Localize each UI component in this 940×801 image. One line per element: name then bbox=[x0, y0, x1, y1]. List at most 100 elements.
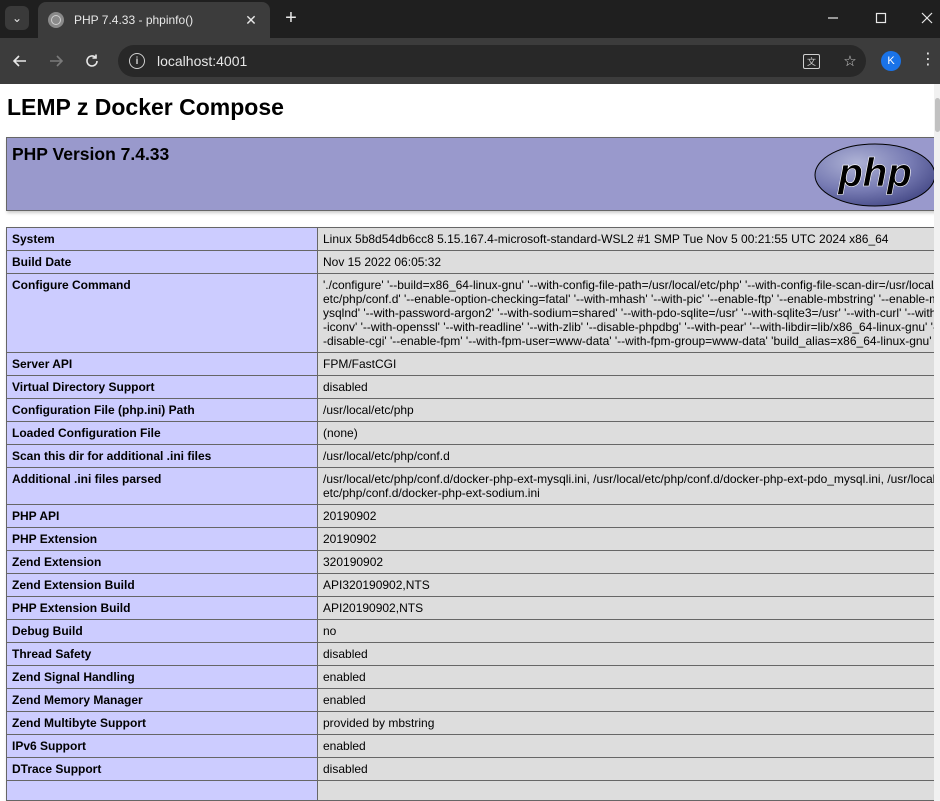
table-row: Build Date Nov 15 2022 06:05:32 bbox=[6, 250, 934, 274]
row-key: Thread Safety bbox=[6, 642, 318, 666]
row-value: enabled bbox=[317, 665, 934, 689]
row-key: Zend Memory Manager bbox=[6, 688, 318, 712]
php-version-heading: PHP Version 7.4.33 bbox=[12, 144, 170, 164]
row-value: 20190902 bbox=[317, 527, 934, 551]
row-value: /usr/local/etc/php/conf.d bbox=[317, 444, 934, 468]
site-info-icon[interactable]: i bbox=[129, 53, 145, 69]
tab-search-button[interactable]: ⌄ bbox=[5, 6, 29, 30]
table-row: Loaded Configuration File (none) bbox=[6, 421, 934, 445]
profile-avatar[interactable]: K bbox=[881, 51, 901, 71]
bookmark-star-icon[interactable]: ☆ bbox=[834, 52, 866, 70]
minimize-button[interactable] bbox=[810, 0, 856, 36]
row-key: Server API bbox=[6, 352, 318, 376]
row-key: DTrace Support bbox=[6, 757, 318, 781]
row-key bbox=[6, 780, 318, 801]
maximize-button[interactable] bbox=[858, 0, 904, 36]
row-value: Linux 5b8d54db6cc8 5.15.167.4-microsoft-… bbox=[317, 227, 934, 251]
table-row: Additional .ini files parsed/usr/local/e… bbox=[6, 467, 934, 505]
row-key: Debug Build bbox=[6, 619, 318, 643]
row-key: System bbox=[6, 227, 318, 251]
php-version-header: PHP Version 7.4.33 php bbox=[6, 137, 934, 211]
php-logo-text: php bbox=[837, 151, 911, 195]
new-tab-button[interactable]: + bbox=[280, 7, 302, 29]
url-text[interactable]: localhost:4001 bbox=[157, 53, 803, 69]
browser-toolbar: i localhost:4001 文 ☆ K ⋮ bbox=[0, 38, 940, 84]
page-viewport: LEMP z Docker Compose PHP Version 7.4.33… bbox=[0, 84, 934, 801]
table-row: IPv6 Support enabled bbox=[6, 734, 934, 758]
close-tab-icon[interactable]: ✕ bbox=[242, 12, 260, 29]
row-key: IPv6 Support bbox=[6, 734, 318, 758]
back-arrow-icon bbox=[12, 55, 26, 67]
row-value: Nov 15 2022 06:05:32 bbox=[317, 250, 934, 274]
row-key: Zend Extension bbox=[6, 550, 318, 574]
table-row: Zend Extension 320190902 bbox=[6, 550, 934, 574]
row-value: no bbox=[317, 619, 934, 643]
row-value: 320190902 bbox=[317, 550, 934, 574]
row-value: /usr/local/etc/php/conf.d/docker-php-ext… bbox=[317, 467, 934, 505]
table-row: Zend Multibyte Support provided by mbstri… bbox=[6, 711, 934, 735]
row-value: API320190902,NTS bbox=[317, 573, 934, 597]
maximize-icon bbox=[875, 12, 887, 24]
close-window-button[interactable] bbox=[904, 0, 940, 36]
back-button[interactable] bbox=[8, 49, 32, 73]
reload-button[interactable] bbox=[80, 49, 104, 73]
more-menu-icon[interactable]: ⋮ bbox=[920, 49, 936, 69]
row-key: Scan this dir for additional .ini files bbox=[6, 444, 318, 468]
row-key: PHP API bbox=[6, 504, 318, 528]
translate-icon[interactable]: 文 bbox=[803, 53, 820, 69]
row-value bbox=[317, 780, 934, 801]
row-key: Zend Signal Handling bbox=[6, 665, 318, 689]
row-key: Configure Command bbox=[6, 273, 318, 353]
table-row: Thread Safety disabled bbox=[6, 642, 934, 666]
close-window-icon bbox=[921, 12, 933, 24]
tab-strip: ⌄ PHP 7.4.33 - phpinfo() ✕ + bbox=[0, 0, 940, 38]
table-row: Zend Extension Build API320190902,NTS bbox=[6, 573, 934, 597]
table-row: PHP API 20190902 bbox=[6, 504, 934, 528]
row-value: './configure' '--build=x86_64-linux-gnu'… bbox=[317, 273, 934, 353]
table-row: DTrace Support disabled bbox=[6, 757, 934, 781]
row-key: Zend Multibyte Support bbox=[6, 711, 318, 735]
php-logo[interactable]: php bbox=[813, 142, 934, 208]
table-row: PHP Extension Build API20190902,NTS bbox=[6, 596, 934, 620]
minimize-icon bbox=[828, 17, 838, 19]
table-row: Server API FPM/FastCGI bbox=[6, 352, 934, 376]
table-row: PHP Extension 20190902 bbox=[6, 527, 934, 551]
row-key: Zend Extension Build bbox=[6, 573, 318, 597]
table-row: Zend Signal Handling enabled bbox=[6, 665, 934, 689]
globe-icon bbox=[48, 12, 64, 28]
row-value: enabled bbox=[317, 734, 934, 758]
row-key: Loaded Configuration File bbox=[6, 421, 318, 445]
table-row: Debug Build no bbox=[6, 619, 934, 643]
row-value: 20190902 bbox=[317, 504, 934, 528]
table-row: Virtual Directory Support disabled bbox=[6, 375, 934, 399]
table-row: Configure Command './configure' '--build=… bbox=[6, 273, 934, 353]
table-row: Configuration File (php.ini) Path/usr/lo… bbox=[6, 398, 934, 422]
row-value: (none) bbox=[317, 421, 934, 445]
row-value: disabled bbox=[317, 375, 934, 399]
row-value: /usr/local/etc/php bbox=[317, 398, 934, 422]
row-key: Additional .ini files parsed bbox=[6, 467, 318, 505]
reload-icon bbox=[86, 54, 98, 67]
table-row bbox=[6, 780, 934, 801]
table-row: Scan this dir for additional .ini files /… bbox=[6, 444, 934, 468]
php-info-table: System Linux 5b8d54db6cc8 5.15.167.4-micr… bbox=[6, 227, 934, 801]
chevron-down-icon: ⌄ bbox=[11, 11, 23, 25]
row-key: Build Date bbox=[6, 250, 318, 274]
row-value: disabled bbox=[317, 642, 934, 666]
scrollbar-thumb[interactable] bbox=[935, 98, 940, 132]
address-bar[interactable]: i localhost:4001 文 ☆ bbox=[118, 45, 866, 77]
row-value: API20190902,NTS bbox=[317, 596, 934, 620]
tab-title: PHP 7.4.33 - phpinfo() bbox=[74, 13, 194, 27]
row-key: Virtual Directory Support bbox=[6, 375, 318, 399]
page-title: LEMP z Docker Compose bbox=[7, 94, 284, 120]
browser-tab[interactable]: PHP 7.4.33 - phpinfo() ✕ bbox=[38, 2, 270, 38]
page-scrollbar[interactable] bbox=[934, 84, 940, 801]
table-row: Zend Memory Manager enabled bbox=[6, 688, 934, 712]
row-value: disabled bbox=[317, 757, 934, 781]
row-key: PHP Extension Build bbox=[6, 596, 318, 620]
forward-arrow-icon bbox=[50, 55, 64, 67]
row-key: Configuration File (php.ini) Path bbox=[6, 398, 318, 422]
forward-button[interactable] bbox=[44, 49, 68, 73]
row-value: enabled bbox=[317, 688, 934, 712]
row-value: FPM/FastCGI bbox=[317, 352, 934, 376]
